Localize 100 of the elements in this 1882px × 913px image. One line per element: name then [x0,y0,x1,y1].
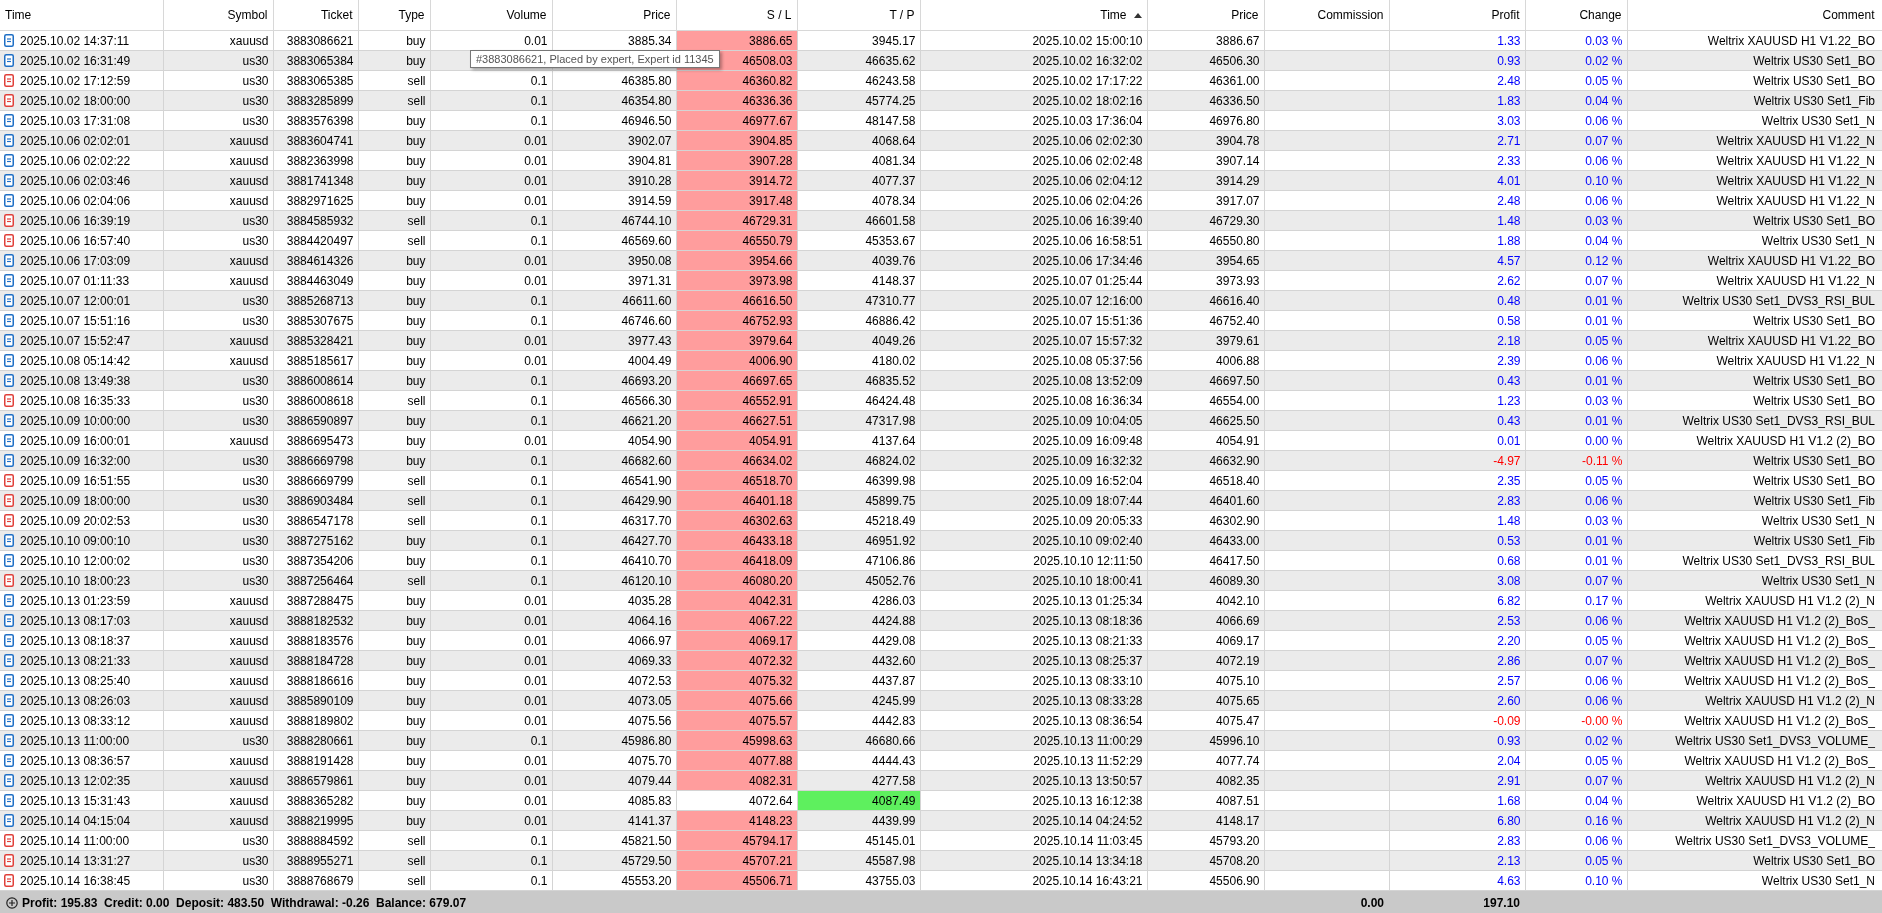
table-cell: 3886590897 [273,410,358,431]
table-cell: 0.01 [430,810,552,831]
column-header[interactable]: Comment [1627,0,1882,31]
table-row[interactable]: 2025.10.14 04:15:04 xauusd 3888219995 buy 0.01 4141.37 4148.23 4439.99 2025.10.14 04:24:52 4148.17 6.80 0.16 % Weltrix XAUUSD H1 V1.2 (2)_N [0,810,1882,831]
table-cell: sell [358,390,430,411]
column-header[interactable]: T / P [797,0,920,31]
table-row[interactable]: 2025.10.09 16:51:55 us30 3886669799 sell 0.1 46541.90 46518.70 46399.98 2025.10.09 16:52:04 46518.40 2.35 0.05 % Weltrix US30 Set1_BO [0,470,1882,491]
table-row[interactable]: 2025.10.09 18:00:00 us30 3886903484 sell 0.1 46429.90 46401.18 45899.75 2025.10.09 18:07:44 46401.60 2.83 0.06 % Weltrix US30 Set1_Fib [0,490,1882,511]
table-row[interactable]: 2025.10.13 08:36:57 xauusd 3888191428 buy 0.01 4075.70 4077.88 4444.43 2025.10.13 11:52:29 4077.74 2.04 0.05 % Weltrix XAUUSD H1 V1.2 (2)_BoS_ [0,750,1882,771]
table-cell: 47317.98 [797,410,920,431]
table-row[interactable]: 2025.10.10 09:00:10 us30 3887275162 buy 0.1 46427.70 46433.18 46951.92 2025.10.10 09:02:40 46433.00 0.53 0.01 % Weltrix US30 Set1_Fib [0,530,1882,551]
table-row[interactable]: 2025.10.10 18:00:23 us30 3887256464 sell 0.1 46120.10 46080.20 45052.76 2025.10.10 18:00:41 46089.30 3.08 0.07 % Weltrix US30 Set1_N [0,570,1882,591]
table-row[interactable]: 2025.10.07 15:52:47 xauusd 3885328421 buy 0.01 3977.43 3979.64 4049.26 2025.10.07 15:57:32 3979.61 2.18 0.05 % Weltrix XAUUSD H1 V1.22_BO [0,330,1882,351]
column-header[interactable]: Change [1525,0,1627,31]
table-cell: 2025.10.13 16:12:38 [920,790,1147,811]
table-cell: 2.83 [1389,490,1525,511]
table-row[interactable]: 2025.10.06 02:04:06 xauusd 3882971625 buy 0.01 3914.59 3917.48 4078.34 2025.10.06 02:04:26 3917.07 2.48 0.06 % Weltrix XAUUSD H1 V1.22_N [0,190,1882,211]
expand-icon[interactable] [6,896,18,909]
table-row[interactable]: 2025.10.02 17:12:59 us30 3883065385 sell 0.1 46385.80 46360.82 46243.58 2025.10.02 17:17:22 46361.00 2.48 0.05 % Weltrix US30 Set1_BO [0,70,1882,91]
column-header[interactable]: S / L [676,0,797,31]
column-header[interactable]: Ticket [273,0,358,31]
table-cell: 2025.10.10 12:11:50 [920,550,1147,571]
table-cell: 3882363998 [273,150,358,171]
table-cell: us30 [163,470,273,491]
table-cell: 4069.17 [1147,630,1264,651]
column-header[interactable]: Type [358,0,430,31]
table-cell: 3885268713 [273,290,358,311]
table-row[interactable]: 2025.10.06 17:03:09 xauusd 3884614326 buy 0.01 3950.08 3954.66 4039.76 2025.10.06 17:34:46 3954.65 4.57 0.12 % Weltrix XAUUSD H1 V1.22_BO [0,250,1882,271]
table-cell: 0.1 [430,70,552,91]
table-cell: 3883065384 [273,50,358,71]
table-cell: Weltrix US30 Set1_Fib [1627,90,1882,111]
table-row[interactable]: 2025.10.09 20:02:53 us30 3886547178 sell 0.1 46317.70 46302.63 45218.49 2025.10.09 20:05:33 46302.90 1.48 0.03 % Weltrix US30 Set1_N [0,510,1882,531]
table-row[interactable]: 2025.10.13 08:25:40 xauusd 3888186616 buy 0.01 4072.53 4075.32 4437.87 2025.10.13 08:33:10 4075.10 2.57 0.06 % Weltrix XAUUSD H1 V1.2 (2)_BoS_ [0,670,1882,691]
column-header[interactable]: Volume [430,0,552,31]
table-row[interactable]: 2025.10.09 16:32:00 us30 3886669798 buy 0.1 46682.60 46634.02 46824.02 2025.10.09 16:32:32 46632.90 -4.97 -0.11 % Weltrix US30 Set1_BO [0,450,1882,471]
table-row[interactable]: 2025.10.13 15:31:43 xauusd 3888365282 buy 0.01 4085.83 4072.64 4087.49 2025.10.13 16:12:38 4087.51 1.68 0.04 % Weltrix XAUUSD H1 V1.2 (2)_BO [0,790,1882,811]
table-cell: us30 [163,530,273,551]
table-row[interactable]: 2025.10.08 05:14:42 xauusd 3885185617 buy 0.01 4004.49 4006.90 4180.02 2025.10.08 05:37:56 4006.88 2.39 0.06 % Weltrix XAUUSD H1 V1.22_N [0,350,1882,371]
table-row[interactable]: 2025.10.09 16:00:01 xauusd 3886695473 buy 0.01 4054.90 4054.91 4137.64 2025.10.09 16:09:48 4054.91 0.01 0.00 % Weltrix XAUUSD H1 V1.2 (2)_BO [0,430,1882,451]
table-cell: 0.07 % [1525,130,1627,151]
column-header[interactable]: Symbol [163,0,273,31]
table-row[interactable]: 2025.10.13 01:23:59 xauusd 3887288475 buy 0.01 4035.28 4042.31 4286.03 2025.10.13 01:25:34 4042.10 6.82 0.17 % Weltrix XAUUSD H1 V1.2 (2)_N [0,590,1882,611]
table-row[interactable]: 2025.10.13 08:21:33 xauusd 3888184728 buy 0.01 4069.33 4072.32 4432.60 2025.10.13 08:25:37 4072.19 2.86 0.07 % Weltrix XAUUSD H1 V1.2 (2)_BoS_ [0,650,1882,671]
table-row[interactable]: 2025.10.03 17:31:08 us30 3883576398 buy 0.1 46946.50 46977.67 48147.58 2025.10.03 17:36:04 46976.80 3.03 0.06 % Weltrix US30 Set1_N [0,110,1882,131]
column-header[interactable]: Profit [1389,0,1525,31]
table-cell: 3883285899 [273,90,358,111]
table-row[interactable]: 2025.10.08 16:35:33 us30 3886008618 sell 0.1 46566.30 46552.91 46424.48 2025.10.08 16:36:34 46554.00 1.23 0.03 % Weltrix US30 Set1_BO [0,390,1882,411]
table-row[interactable]: 2025.10.09 10:00:00 us30 3886590897 buy 0.1 46621.20 46627.51 47317.98 2025.10.09 10:04:05 46625.50 0.43 0.01 % Weltrix US30 Set1_DVS3_RSI_BUL [0,410,1882,431]
table-row[interactable]: 2025.10.13 11:00:00 us30 3888280661 buy 0.1 45986.80 45998.63 46680.66 2025.10.13 11:00:29 45996.10 0.93 0.02 % Weltrix US30 Set1_DVS3_VOLUME_ [0,730,1882,751]
column-header[interactable]: Time [920,0,1147,31]
table-cell: Weltrix XAUUSD H1 V1.22_BO [1627,330,1882,351]
table-row[interactable]: 2025.10.13 08:26:03 xauusd 3885890109 buy 0.01 4073.05 4075.66 4245.99 2025.10.13 08:33:28 4075.65 2.60 0.06 % Weltrix XAUUSD H1 V1.2 (2)_N [0,690,1882,711]
table-row[interactable]: 2025.10.02 18:00:00 us30 3883285899 sell 0.1 46354.80 46336.36 45774.25 2025.10.02 18:02:16 46336.50 1.83 0.04 % Weltrix US30 Set1_Fib [0,90,1882,111]
table-row[interactable]: 2025.10.06 16:39:19 us30 3884585932 sell 0.1 46744.10 46729.31 46601.58 2025.10.06 16:39:40 46729.30 1.48 0.03 % Weltrix US30 Set1_BO [0,210,1882,231]
table-row[interactable]: 2025.10.14 16:38:45 us30 3888768679 sell 0.1 45553.20 45506.71 43755.03 2025.10.14 16:43:21 45506.90 4.63 0.10 % Weltrix US30 Set1_N [0,870,1882,891]
table-row[interactable]: 2025.10.07 15:51:16 us30 3885307675 buy 0.1 46746.60 46752.93 46886.42 2025.10.07 15:51:36 46752.40 0.58 0.01 % Weltrix US30 Set1_BO [0,310,1882,331]
table-row[interactable]: 2025.10.06 02:02:22 xauusd 3882363998 buy 0.01 3904.81 3907.28 4081.34 2025.10.06 02:02:48 3907.14 2.33 0.06 % Weltrix XAUUSD H1 V1.22_N [0,150,1882,171]
table-cell: 0.53 [1389,530,1525,551]
table-row[interactable]: 2025.10.07 01:11:33 xauusd 3884463049 buy 0.01 3971.31 3973.98 4148.37 2025.10.07 01:25:44 3973.93 2.62 0.07 % Weltrix XAUUSD H1 V1.22_N [0,270,1882,291]
table-cell: 2.48 [1389,190,1525,211]
column-header[interactable]: Time [0,0,163,31]
table-cell: 45587.98 [797,850,920,871]
table-row[interactable]: 2025.10.06 16:57:40 us30 3884420497 sell 0.1 46569.60 46550.79 45353.67 2025.10.06 16:58:51 46550.80 1.88 0.04 % Weltrix US30 Set1_N [0,230,1882,251]
table-cell: Weltrix XAUUSD H1 V1.22_N [1627,270,1882,291]
table-cell: sell [358,90,430,111]
table-cell: 0.01 [430,770,552,791]
table-row[interactable]: 2025.10.14 13:31:27 us30 3888955271 sell 0.1 45729.50 45707.21 45587.98 2025.10.14 13:34:18 45708.20 2.13 0.05 % Weltrix US30 Set1_BO [0,850,1882,871]
open-time: 2025.10.09 18:00:00 [20,493,131,508]
table-cell: 4286.03 [797,590,920,611]
table-cell: xauusd [163,590,273,611]
open-time: 2025.10.09 20:02:53 [20,513,131,528]
table-row[interactable]: 2025.10.02 14:37:11 xauusd 3883086621 buy 0.01 3885.34 3886.65 3945.17 2025.10.02 15:00:10 3886.67 1.33 0.03 % Weltrix XAUUSD H1 V1.22_BO [0,30,1882,51]
table-cell: 0.93 [1389,50,1525,71]
table-row[interactable]: 2025.10.07 12:00:01 us30 3885268713 buy 0.1 46611.60 46616.50 47310.77 2025.10.07 12:16:00 46616.40 0.48 0.01 % Weltrix US30 Set1_DVS3_RSI_BUL [0,290,1882,311]
table-cell: 0.06 % [1525,150,1627,171]
table-row[interactable]: 2025.10.13 08:17:03 xauusd 3888182532 buy 0.01 4064.16 4067.22 4424.88 2025.10.13 08:18:36 4066.69 2.53 0.06 % Weltrix XAUUSD H1 V1.2 (2)_BoS_ [0,610,1882,631]
column-header[interactable]: Price [1147,0,1264,31]
table-cell: buy [358,590,430,611]
table-row[interactable]: 2025.10.13 12:02:35 xauusd 3886579861 buy 0.01 4079.44 4082.31 4277.58 2025.10.13 13:50:57 4082.35 2.91 0.07 % Weltrix XAUUSD H1 V1.2 (2)_N [0,770,1882,791]
table-cell: 3883065385 [273,70,358,91]
open-time: 2025.10.14 11:00:00 [20,833,130,848]
table-cell: sell [358,870,430,891]
table-cell: 4075.70 [552,750,676,771]
table-cell: buy [358,730,430,751]
column-header[interactable]: Price [552,0,676,31]
column-header[interactable]: Commission [1264,0,1389,31]
table-row[interactable]: 2025.10.08 13:49:38 us30 3886008614 buy 0.1 46693.20 46697.65 46835.52 2025.10.08 13:52:09 46697.50 0.43 0.01 % Weltrix US30 Set1_BO [0,370,1882,391]
table-cell: 0.1 [430,510,552,531]
table-cell: 46541.90 [552,470,676,491]
table-cell: 4069.33 [552,650,676,671]
table-row[interactable]: 2025.10.06 02:03:46 xauusd 3881741348 buy 0.01 3910.28 3914.72 4077.37 2025.10.06 02:04:12 3914.29 4.01 0.10 % Weltrix XAUUSD H1 V1.22_N [0,170,1882,191]
table-row[interactable]: 2025.10.10 12:00:02 us30 3887354206 buy 0.1 46410.70 46418.09 47106.86 2025.10.10 12:11:50 46417.50 0.68 0.01 % Weltrix US30 Set1_DVS3_RSI_BUL [0,550,1882,571]
table-cell: 0.1 [430,390,552,411]
table-cell: 0.01 [430,710,552,731]
table-row[interactable]: 2025.10.13 08:18:37 xauusd 3888183576 buy 0.01 4066.97 4069.17 4429.08 2025.10.13 08:21:33 4069.17 2.20 0.05 % Weltrix XAUUSD H1 V1.2 (2)_BoS_ [0,630,1882,651]
table-row[interactable]: 2025.10.14 11:00:00 us30 3888884592 sell 0.1 45821.50 45794.17 45145.01 2025.10.14 11:03:45 45793.20 2.83 0.06 % Weltrix US30 Set1_DVS3_VOLUME_ [0,830,1882,851]
table-cell: 46569.60 [552,230,676,251]
table-row[interactable]: 2025.10.13 08:33:12 xauusd 3888189802 buy 0.01 4075.56 4075.57 4442.83 2025.10.13 08:36:54 4075.47 -0.09 -0.00 % Weltrix XAUUSD H1 V1.2 (2)_BoS_ [0,710,1882,731]
table-cell: 0.01 [430,610,552,631]
table-row[interactable]: 2025.10.06 02:02:01 xauusd 3883604741 buy 0.01 3902.07 3904.85 4068.64 2025.10.06 02:02:30 3904.78 2.71 0.07 % Weltrix XAUUSD H1 V1.22_N [0,130,1882,151]
